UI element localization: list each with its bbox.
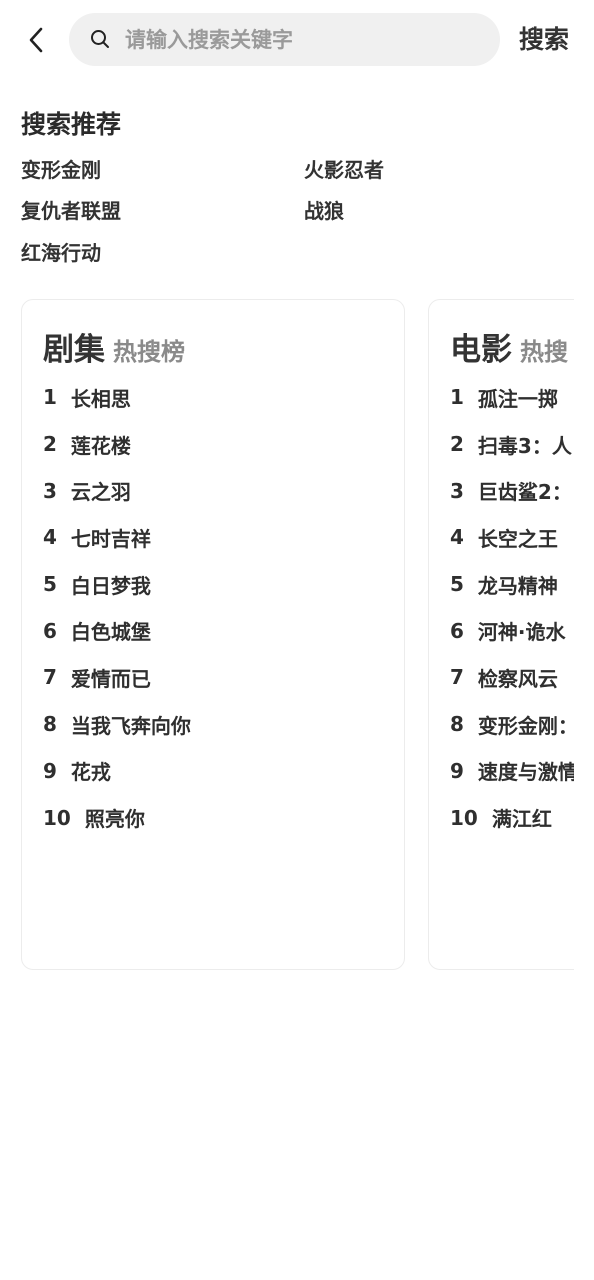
rank-row[interactable]: 9 速度与激情	[450, 748, 574, 795]
rank-title: 孤注一掷	[477, 386, 558, 411]
rank-category: 剧集	[43, 332, 105, 368]
rank-row[interactable]: 6 河神·诡水	[450, 607, 574, 654]
rank-row[interactable]: 1 长相思	[43, 374, 403, 421]
rank-title: 长相思	[70, 386, 131, 411]
search-icon	[91, 30, 109, 48]
rank-number: 10	[450, 805, 478, 830]
rank-row[interactable]: 5 白日梦我	[43, 561, 403, 608]
rank-title: 满江红	[491, 807, 552, 832]
recommend-item[interactable]: 复仇者联盟	[21, 194, 121, 228]
rank-title: 河神·诡水	[477, 620, 566, 645]
rank-number: 2	[43, 432, 57, 457]
rank-subtitle: 热搜榜	[113, 338, 185, 366]
rank-number: 1	[43, 385, 57, 410]
rank-number: 4	[450, 525, 464, 550]
rank-row[interactable]: 2 莲花楼	[43, 421, 403, 468]
rank-carousel[interactable]: 剧集 热搜榜 1 长相思 2 莲花楼 3 云之羽 4 七时吉祥 5 白日梦我 6 白色城堡 7…	[0, 299, 574, 973]
recommend-item[interactable]: 战狼	[304, 194, 344, 228]
rank-title: 当我飞奔向你	[70, 713, 191, 738]
rank-number: 3	[450, 478, 464, 503]
rank-number: 3	[43, 478, 57, 503]
rank-title: 长空之王	[477, 526, 558, 551]
rank-row[interactable]: 7 爱情而已	[43, 654, 403, 701]
chevron-left-icon	[29, 27, 43, 53]
rank-number: 7	[43, 665, 57, 690]
rank-number: 9	[43, 758, 57, 783]
rank-title: 云之羽	[70, 480, 131, 505]
rank-row[interactable]: 7 检察风云	[450, 654, 574, 701]
rank-number: 8	[43, 712, 57, 737]
recommend-title: 搜索推荐	[21, 110, 122, 139]
rank-number: 5	[43, 572, 57, 597]
rank-title: 变形金刚：	[477, 713, 574, 738]
rank-title: 七时吉祥	[70, 526, 151, 551]
rank-row[interactable]: 5 龙马精神	[450, 561, 574, 608]
rank-number: 5	[450, 572, 464, 597]
recommend-item[interactable]: 红海行动	[21, 236, 101, 270]
search-header: 搜索	[0, 0, 594, 80]
rank-number: 10	[43, 805, 71, 830]
rank-list: 1 长相思 2 莲花楼 3 云之羽 4 七时吉祥 5 白日梦我 6 白色城堡 7 爱情而已 8…	[43, 374, 403, 841]
rank-number: 9	[450, 758, 464, 783]
rank-row[interactable]: 8 变形金刚：	[450, 701, 574, 748]
rank-card-title: 电影 热搜	[450, 324, 568, 369]
rank-title: 扫毒3：人	[477, 433, 572, 458]
rank-title: 白日梦我	[70, 573, 151, 598]
search-bar[interactable]	[69, 13, 500, 66]
rank-title: 巨齿鲨2：	[477, 480, 572, 505]
rank-row[interactable]: 4 长空之王	[450, 514, 574, 561]
rank-row[interactable]: 3 巨齿鲨2：	[450, 467, 574, 514]
rank-row[interactable]: 10 满江红	[450, 794, 574, 841]
rank-card-movie: 电影 热搜 1 孤注一掷 2 扫毒3：人 3 巨齿鲨2： 4 长空之王 5 龙马精神 6 河神…	[428, 299, 574, 970]
rank-number: 6	[43, 618, 57, 643]
rank-card-title: 剧集 热搜榜	[43, 324, 185, 369]
recommend-item[interactable]: 变形金刚	[21, 153, 101, 187]
rank-number: 8	[450, 712, 464, 737]
rank-row[interactable]: 10 照亮你	[43, 794, 403, 841]
rank-category: 电影	[450, 332, 512, 368]
rank-title: 照亮你	[84, 807, 145, 832]
back-button[interactable]	[18, 20, 54, 60]
rank-title: 检察风云	[477, 666, 558, 691]
rank-title: 花戎	[70, 760, 111, 785]
rank-row[interactable]: 2 扫毒3：人	[450, 421, 574, 468]
rank-title: 莲花楼	[70, 433, 131, 458]
rank-title: 白色城堡	[70, 620, 151, 645]
rank-row[interactable]: 6 白色城堡	[43, 607, 403, 654]
rank-title: 速度与激情	[477, 760, 574, 785]
rank-subtitle: 热搜	[520, 338, 568, 366]
rank-number: 2	[450, 432, 464, 457]
rank-row[interactable]: 3 云之羽	[43, 467, 403, 514]
rank-row[interactable]: 9 花戎	[43, 748, 403, 795]
rank-list: 1 孤注一掷 2 扫毒3：人 3 巨齿鲨2： 4 长空之王 5 龙马精神 6 河神·诡水 7…	[450, 374, 574, 841]
rank-card-tv: 剧集 热搜榜 1 长相思 2 莲花楼 3 云之羽 4 七时吉祥 5 白日梦我 6 白色城堡 7…	[21, 299, 405, 970]
rank-title: 龙马精神	[477, 573, 558, 598]
rank-title: 爱情而已	[70, 666, 151, 691]
rank-row[interactable]: 8 当我飞奔向你	[43, 701, 403, 748]
rank-row[interactable]: 1 孤注一掷	[450, 374, 574, 421]
rank-row[interactable]: 4 七时吉祥	[43, 514, 403, 561]
rank-number: 1	[450, 385, 464, 410]
recommend-item[interactable]: 火影忍者	[304, 153, 384, 187]
rank-number: 6	[450, 618, 464, 643]
search-input[interactable]	[125, 13, 485, 66]
search-button[interactable]: 搜索	[519, 22, 594, 58]
rank-number: 4	[43, 525, 57, 550]
rank-number: 7	[450, 665, 464, 690]
